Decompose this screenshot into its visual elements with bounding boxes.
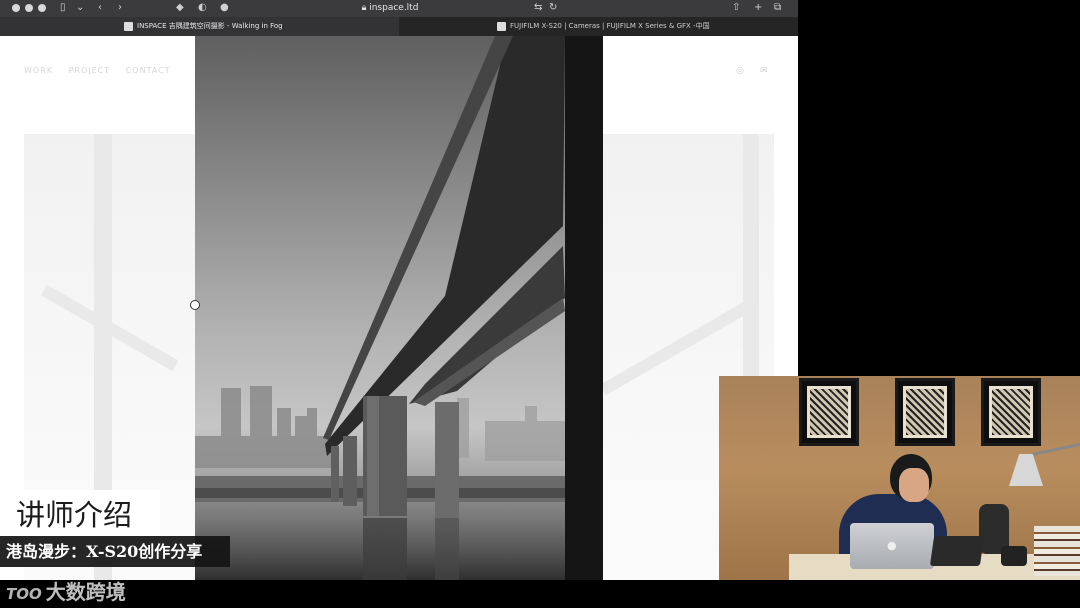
minimize-window-button[interactable] — [25, 4, 33, 12]
fujifilm-favicon-icon — [497, 21, 506, 31]
bridge-in-fog-illustration — [195, 36, 603, 580]
extension-icon[interactable]: ◆ — [176, 1, 184, 15]
address-text: inspace.ltd — [369, 3, 419, 13]
back-icon[interactable]: ‹ — [98, 1, 102, 15]
share-icon[interactable]: ⇧ — [732, 1, 740, 15]
shield-icon[interactable]: ◐ — [198, 1, 207, 15]
camera-device — [1001, 546, 1027, 566]
session-title-caption: 港岛漫步：X-S20创作分享 — [0, 536, 230, 567]
apple-logo-icon: ● — [887, 539, 897, 552]
bottom-bar — [0, 580, 1080, 608]
forward-icon[interactable]: › — [118, 1, 122, 15]
laptop: ● — [850, 523, 934, 569]
instagram-icon[interactable]: ◎ — [736, 66, 744, 76]
site-nav: WORK PROJECT CONTACT — [24, 66, 183, 75]
mail-icon[interactable]: ✉ — [760, 66, 768, 76]
magnifier-cursor-icon — [190, 300, 200, 310]
gallery-main-photo[interactable] — [195, 36, 603, 580]
tab-label: FUJIFILM X-S20 | Cameras | FUJIFILM X Se… — [510, 22, 710, 30]
reload-icon[interactable]: ↻ — [549, 1, 557, 15]
presenter-webcam: ● — [719, 376, 1080, 580]
nav-item-project[interactable]: PROJECT — [69, 66, 111, 75]
wall-artwork — [799, 378, 859, 446]
browser-toolbar: ▯ ⌄ ‹ › ◆ ◐ ● 🔒︎ inspace.ltd ⇆ ↻ ⇧ + ⧉ — [0, 0, 798, 17]
nav-item-contact[interactable]: CONTACT — [126, 66, 171, 75]
wall-artwork — [981, 378, 1041, 446]
presenter-face — [899, 468, 929, 502]
desk-lamp — [1009, 454, 1043, 486]
tab-overview-icon[interactable]: ⧉ — [774, 1, 781, 15]
sidebar-icon[interactable]: ▯ — [60, 1, 66, 15]
new-tab-icon[interactable]: + — [754, 1, 762, 15]
browser-extension-icon[interactable]: ● — [220, 1, 229, 15]
tab-bar: INSPACE 吉隅建筑空间摄影 - Walking in Fog FUJIFI… — [0, 17, 798, 36]
tab-inspace[interactable]: INSPACE 吉隅建筑空间摄影 - Walking in Fog — [0, 17, 399, 36]
watermark-text: 大数跨境 — [45, 580, 126, 604]
inspace-favicon-icon — [124, 21, 133, 31]
wall-artwork — [895, 378, 955, 446]
nav-item-work[interactable]: WORK — [24, 66, 53, 75]
tab-label: INSPACE 吉隅建筑空间摄影 - Walking in Fog — [137, 22, 283, 30]
tablet-device — [929, 536, 985, 566]
section-caption: 讲师介绍 — [0, 490, 160, 538]
close-window-button[interactable] — [12, 4, 20, 12]
chevron-down-icon[interactable]: ⌄ — [76, 1, 84, 15]
book-stack — [1034, 526, 1080, 576]
watermark-logo: TOO — [6, 585, 42, 603]
address-bar[interactable]: 🔒︎ inspace.ltd — [240, 2, 540, 14]
tab-fujifilm[interactable]: FUJIFILM X-S20 | Cameras | FUJIFILM X Se… — [399, 17, 798, 36]
zoom-window-button[interactable] — [38, 4, 46, 12]
watermark: TOO 大数跨境 — [6, 576, 126, 605]
translate-icon[interactable]: ⇆ — [534, 1, 542, 15]
